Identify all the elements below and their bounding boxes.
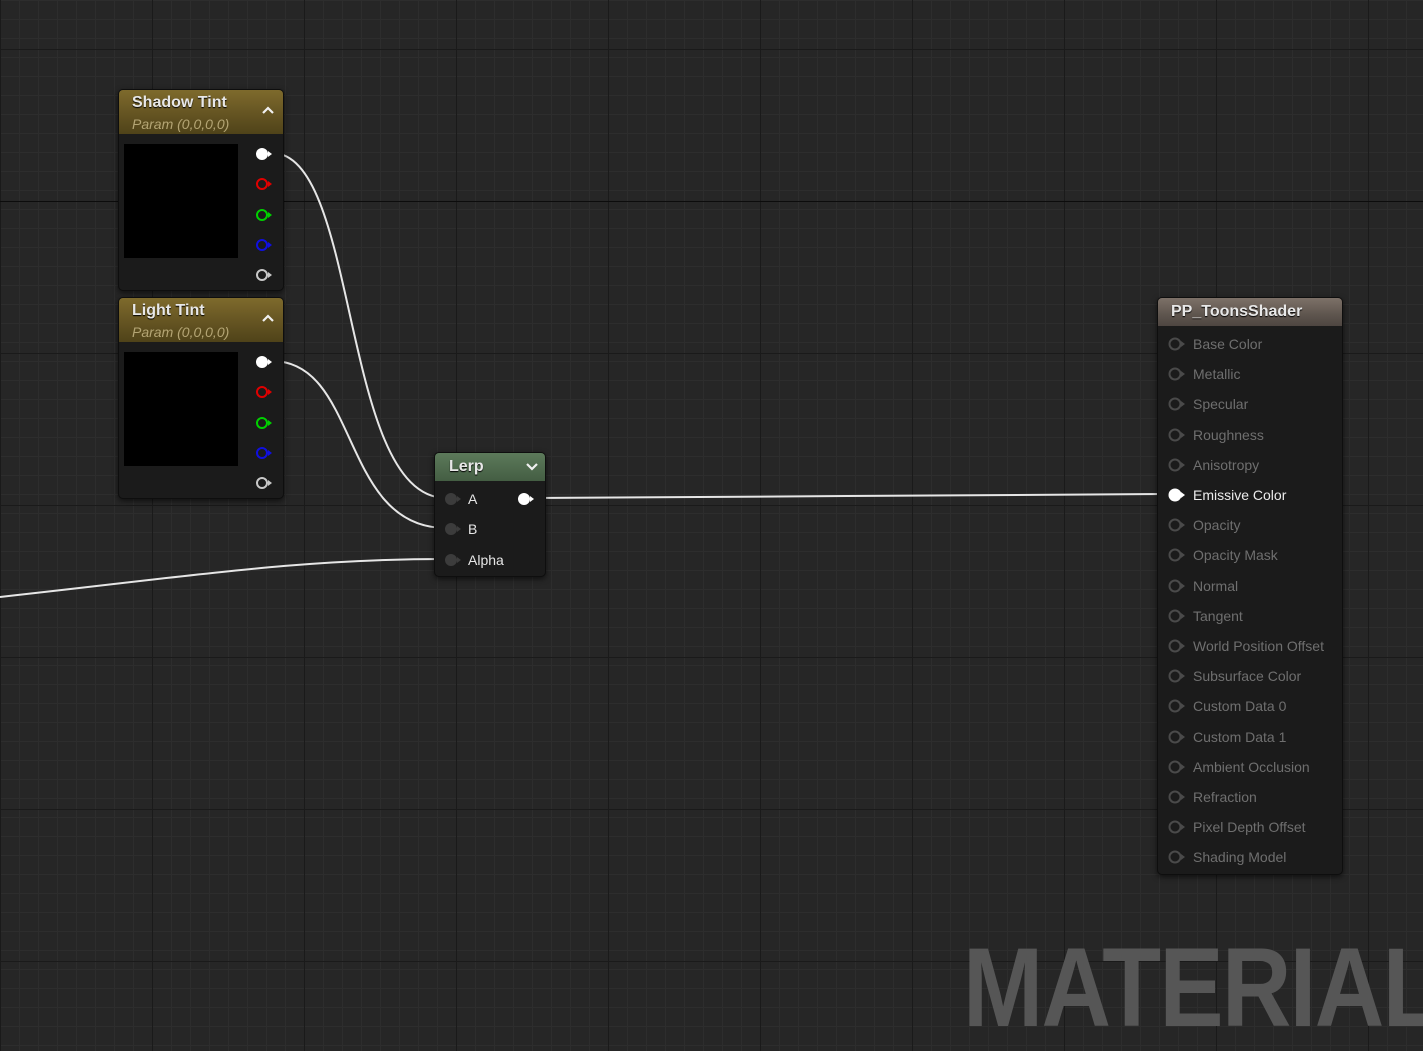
collapse-arrow-icon[interactable] <box>261 104 275 116</box>
pin-label: Opacity <box>1193 517 1241 534</box>
alpha-output-pin-icon[interactable] <box>255 268 273 282</box>
pin-label: Refraction <box>1193 789 1257 805</box>
pin-label: Subsurface Color <box>1193 668 1302 685</box>
material-input-pixel-depth-offset[interactable]: Pixel Depth Offset <box>1168 817 1306 837</box>
material-input-anisotropy[interactable]: Anisotropy <box>1168 455 1259 475</box>
material-input-world-position-offset[interactable]: World Position Offset <box>1168 636 1324 656</box>
material-input-shading-model[interactable]: Shading Model <box>1168 847 1286 867</box>
pin-label: Alpha <box>468 552 504 568</box>
node-subtitle: Param (0,0,0,0) <box>132 324 230 340</box>
pin-label: Custom Data 0 <box>1193 698 1287 715</box>
red-output-pin-icon[interactable] <box>255 385 273 399</box>
pin-label: Roughness <box>1193 426 1264 443</box>
chevron-down-icon[interactable] <box>525 461 539 473</box>
color-preview-swatch <box>124 144 238 258</box>
material-input-metallic[interactable]: Metallic <box>1168 364 1240 384</box>
input-pin-icon[interactable] <box>1168 609 1186 623</box>
wire-lerp-to-emissive[interactable] <box>532 493 1173 499</box>
lerp-input-alpha[interactable]: Alpha <box>444 550 504 570</box>
pin-label: Anisotropy <box>1193 456 1260 473</box>
node-title: Light Tint <box>132 302 205 319</box>
node-subtitle: Param (0,0,0,0) <box>132 116 230 132</box>
pin-label: Tangent <box>1193 607 1243 624</box>
collapse-arrow-icon[interactable] <box>261 312 275 324</box>
pin-label: World Position Offset <box>1193 638 1324 654</box>
input-pin-icon[interactable] <box>1168 820 1186 834</box>
rgba-output-pin-icon[interactable] <box>255 355 273 369</box>
node-title: Shadow Tint <box>132 94 227 111</box>
material-watermark: MATERIAL <box>963 925 1423 1050</box>
input-pin-icon[interactable] <box>1168 428 1186 442</box>
lerp-output-pin-icon[interactable] <box>517 492 535 506</box>
input-pin-icon[interactable] <box>1168 367 1186 381</box>
input-pin-icon[interactable] <box>444 522 462 536</box>
pin-label: A <box>468 491 478 507</box>
input-pin-icon[interactable] <box>1168 518 1186 532</box>
material-input-opacity-mask[interactable]: Opacity Mask <box>1168 545 1278 565</box>
material-result-header[interactable]: PP_ToonsShader <box>1158 298 1342 326</box>
input-pin-icon[interactable] <box>1168 850 1186 864</box>
material-input-tangent[interactable]: Tangent <box>1168 606 1243 626</box>
lerp-input-a[interactable]: A <box>444 489 477 509</box>
input-pin-icon[interactable] <box>1168 458 1186 472</box>
lerp-node[interactable]: Lerp A B Alpha <box>434 452 546 577</box>
input-pin-icon[interactable] <box>1168 730 1186 744</box>
input-pin-icon[interactable] <box>1168 548 1186 562</box>
material-input-refraction[interactable]: Refraction <box>1168 787 1257 807</box>
material-input-specular[interactable]: Specular <box>1168 394 1248 414</box>
pin-label: Pixel Depth Offset <box>1193 819 1306 836</box>
input-pin-icon[interactable] <box>1168 397 1186 411</box>
green-output-pin-icon[interactable] <box>255 208 273 222</box>
pin-label: Ambient Occlusion <box>1193 758 1310 775</box>
light-tint-header[interactable]: Light Tint Param (0,0,0,0) <box>119 298 283 342</box>
pin-label: B <box>468 521 478 537</box>
pin-label: Normal <box>1193 577 1239 594</box>
pin-label: Specular <box>1193 396 1249 413</box>
material-input-emissive-color[interactable]: Emissive Color <box>1168 485 1286 505</box>
wire-alpha-input[interactable] <box>0 558 447 598</box>
input-pin-icon[interactable] <box>1168 579 1186 593</box>
input-pin-icon[interactable] <box>1168 669 1186 683</box>
input-pin-icon[interactable] <box>1168 760 1186 774</box>
material-input-roughness[interactable]: Roughness <box>1168 425 1264 445</box>
pin-label: Metallic <box>1193 366 1241 383</box>
material-result-node[interactable]: PP_ToonsShader Base Color Metallic Specula… <box>1157 297 1343 875</box>
rgba-output-pin-icon[interactable] <box>255 147 273 161</box>
green-output-pin-icon[interactable] <box>255 416 273 430</box>
material-input-normal[interactable]: Normal <box>1168 576 1238 596</box>
lerp-header[interactable]: Lerp <box>435 453 545 481</box>
input-pin-icon[interactable] <box>1168 337 1186 351</box>
input-pin-icon[interactable] <box>444 553 462 567</box>
input-pin-icon[interactable] <box>1168 639 1186 653</box>
shadow-tint-header[interactable]: Shadow Tint Param (0,0,0,0) <box>119 90 283 134</box>
wire-light-tint-to-lerp-b[interactable] <box>271 360 447 529</box>
lerp-input-b[interactable]: B <box>444 519 477 539</box>
alpha-output-pin-icon[interactable] <box>255 476 273 490</box>
pin-label: Shading Model <box>1193 849 1287 866</box>
material-input-custom-data-0[interactable]: Custom Data 0 <box>1168 696 1286 716</box>
red-output-pin-icon[interactable] <box>255 177 273 191</box>
input-pin-icon[interactable] <box>1168 790 1186 804</box>
pin-label: Custom Data 1 <box>1193 728 1287 745</box>
material-input-subsurface-color[interactable]: Subsurface Color <box>1168 666 1301 686</box>
pin-label: Opacity Mask <box>1193 547 1278 564</box>
node-title: PP_ToonsShader <box>1171 303 1303 320</box>
shadow-tint-node[interactable]: Shadow Tint Param (0,0,0,0) <box>118 89 284 291</box>
input-pin-icon[interactable] <box>1168 699 1186 713</box>
pin-label: Base Color <box>1193 336 1263 352</box>
color-preview-swatch <box>124 352 238 466</box>
material-input-ambient-occlusion[interactable]: Ambient Occlusion <box>1168 757 1310 777</box>
blue-output-pin-icon[interactable] <box>255 446 273 460</box>
material-input-base-color[interactable]: Base Color <box>1168 334 1262 354</box>
material-graph-canvas[interactable]: Shadow Tint Param (0,0,0,0) Light Tint P… <box>0 0 1423 1051</box>
light-tint-node[interactable]: Light Tint Param (0,0,0,0) <box>118 297 284 499</box>
pin-label: Emissive Color <box>1193 487 1287 503</box>
input-pin-icon[interactable] <box>444 492 462 506</box>
input-pin-icon[interactable] <box>1168 488 1186 502</box>
node-title: Lerp <box>449 458 484 475</box>
material-input-opacity[interactable]: Opacity <box>1168 515 1240 535</box>
material-input-custom-data-1[interactable]: Custom Data 1 <box>1168 727 1286 747</box>
blue-output-pin-icon[interactable] <box>255 238 273 252</box>
wire-shadow-tint-to-lerp-a[interactable] <box>271 152 447 499</box>
